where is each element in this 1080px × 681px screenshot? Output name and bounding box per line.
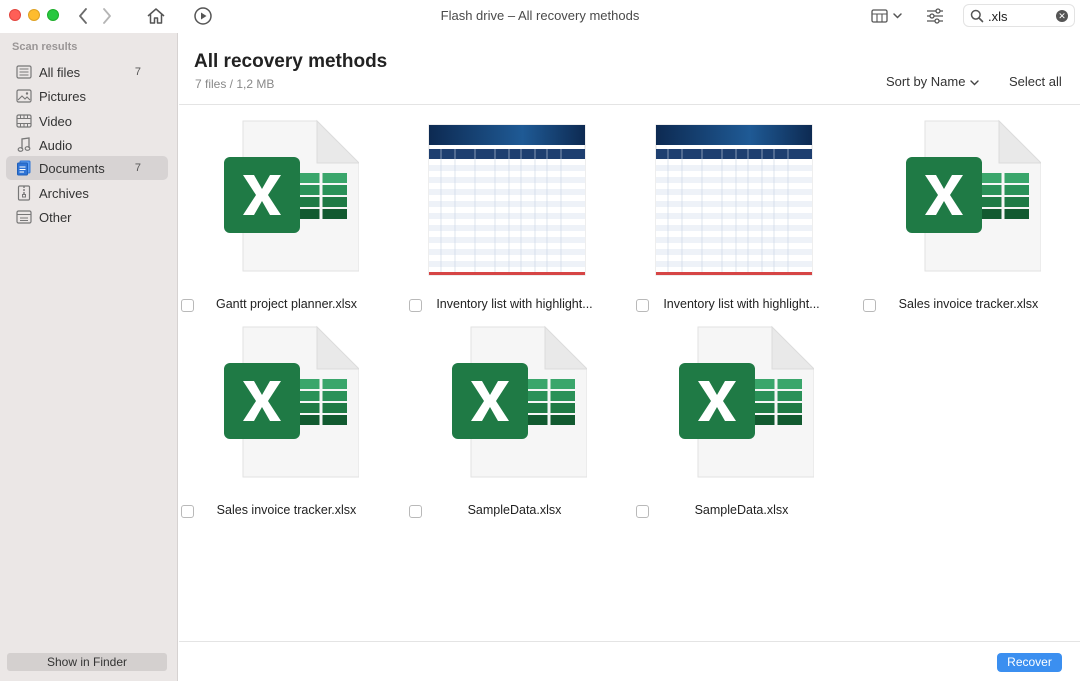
file-name: SampleData.xlsx <box>467 503 562 517</box>
search-input[interactable] <box>988 7 1052 25</box>
spreadsheet-preview-thumbnail[interactable] <box>427 119 587 279</box>
archives-icon <box>15 184 33 202</box>
file-tile[interactable]: Sales invoice tracker.xlsx <box>861 119 1061 319</box>
file-summary: 7 files / 1,2 MB <box>195 77 275 91</box>
title-bar: Flash drive – All recovery methods ✕ <box>0 0 1080 33</box>
file-checkbox[interactable] <box>181 505 194 518</box>
zoom-window-button[interactable] <box>47 9 59 21</box>
page-title: All recovery methods <box>194 51 388 72</box>
file-tile[interactable]: Gantt project planner.xlsx <box>179 119 379 319</box>
sidebar-item-count: 7 <box>134 162 141 174</box>
excel-file-icon[interactable] <box>199 119 361 279</box>
scan-history-icon[interactable] <box>192 5 214 27</box>
sidebar: Scan results All files 7 Pictures Video … <box>0 33 178 681</box>
sidebar-item-archives[interactable]: Archives <box>6 181 168 205</box>
search-icon <box>970 9 984 28</box>
clear-search-icon[interactable]: ✕ <box>1056 10 1068 22</box>
recover-button[interactable]: Recover <box>997 653 1062 672</box>
file-checkbox[interactable] <box>636 299 649 312</box>
home-icon[interactable] <box>145 5 167 27</box>
sidebar-item-label: Pictures <box>39 88 86 104</box>
excel-file-icon[interactable] <box>427 325 589 485</box>
sidebar-item-other[interactable]: Other <box>6 205 168 229</box>
chevron-down-icon <box>970 74 980 89</box>
sort-label: Sort by Name <box>886 74 966 89</box>
file-tile[interactable]: Inventory list with highlight... <box>407 119 607 319</box>
file-name: Gantt project planner.xlsx <box>215 297 358 311</box>
back-icon[interactable] <box>76 5 90 27</box>
sidebar-item-label: Other <box>39 209 72 225</box>
filter-settings-icon[interactable] <box>924 5 946 27</box>
sidebar-item-all-files[interactable]: All files 7 <box>6 60 168 84</box>
audio-icon <box>15 136 33 154</box>
select-all-button[interactable]: Select all <box>1009 74 1062 89</box>
sidebar-item-audio[interactable]: Audio <box>6 133 168 157</box>
sidebar-item-pictures[interactable]: Pictures <box>6 84 168 108</box>
close-window-button[interactable] <box>9 9 21 21</box>
file-checkbox[interactable] <box>409 299 422 312</box>
all-files-icon <box>15 63 33 81</box>
sidebar-header: Scan results <box>12 41 78 53</box>
sidebar-item-label: All files <box>39 64 81 80</box>
file-name: Inventory list with highlight... <box>436 297 593 311</box>
footer-divider <box>179 641 1080 642</box>
view-mode-icon[interactable] <box>871 5 905 27</box>
file-checkbox[interactable] <box>181 299 194 312</box>
sidebar-item-video[interactable]: Video <box>6 109 168 133</box>
file-tile[interactable]: SampleData.xlsx <box>407 325 607 525</box>
sidebar-item-count: 7 <box>134 66 141 78</box>
file-tile[interactable]: Inventory list with highlight... <box>634 119 834 319</box>
file-checkbox[interactable] <box>636 505 649 518</box>
sidebar-item-label: Video <box>39 113 73 129</box>
sidebar-item-label: Audio <box>39 137 73 153</box>
file-name: Inventory list with highlight... <box>663 297 820 311</box>
file-tile[interactable]: SampleData.xlsx <box>634 325 834 525</box>
other-icon <box>15 208 33 226</box>
excel-file-icon[interactable] <box>199 325 361 485</box>
main-panel: All recovery methods 7 files / 1,2 MB So… <box>179 33 1080 681</box>
sidebar-item-documents[interactable]: Documents 7 <box>6 156 168 180</box>
sidebar-item-label: Documents <box>39 160 105 176</box>
excel-file-icon[interactable] <box>654 325 816 485</box>
minimize-window-button[interactable] <box>28 9 40 21</box>
sidebar-item-label: Archives <box>39 185 89 201</box>
show-in-finder-button[interactable]: Show in Finder <box>7 653 167 671</box>
spreadsheet-preview-thumbnail[interactable] <box>654 119 814 279</box>
search-field[interactable]: ✕ <box>963 4 1075 27</box>
sort-dropdown[interactable]: Sort by Name <box>886 74 980 89</box>
file-name: Sales invoice tracker.xlsx <box>216 503 357 517</box>
file-tile[interactable]: Sales invoice tracker.xlsx <box>179 325 379 525</box>
pictures-icon <box>15 87 33 105</box>
video-icon <box>15 112 33 130</box>
file-name: SampleData.xlsx <box>694 503 789 517</box>
file-checkbox[interactable] <box>409 505 422 518</box>
file-name: Sales invoice tracker.xlsx <box>898 297 1039 311</box>
excel-file-icon[interactable] <box>881 119 1043 279</box>
forward-icon[interactable] <box>100 5 114 27</box>
documents-icon <box>15 159 33 177</box>
file-checkbox[interactable] <box>863 299 876 312</box>
header-divider <box>179 104 1080 105</box>
